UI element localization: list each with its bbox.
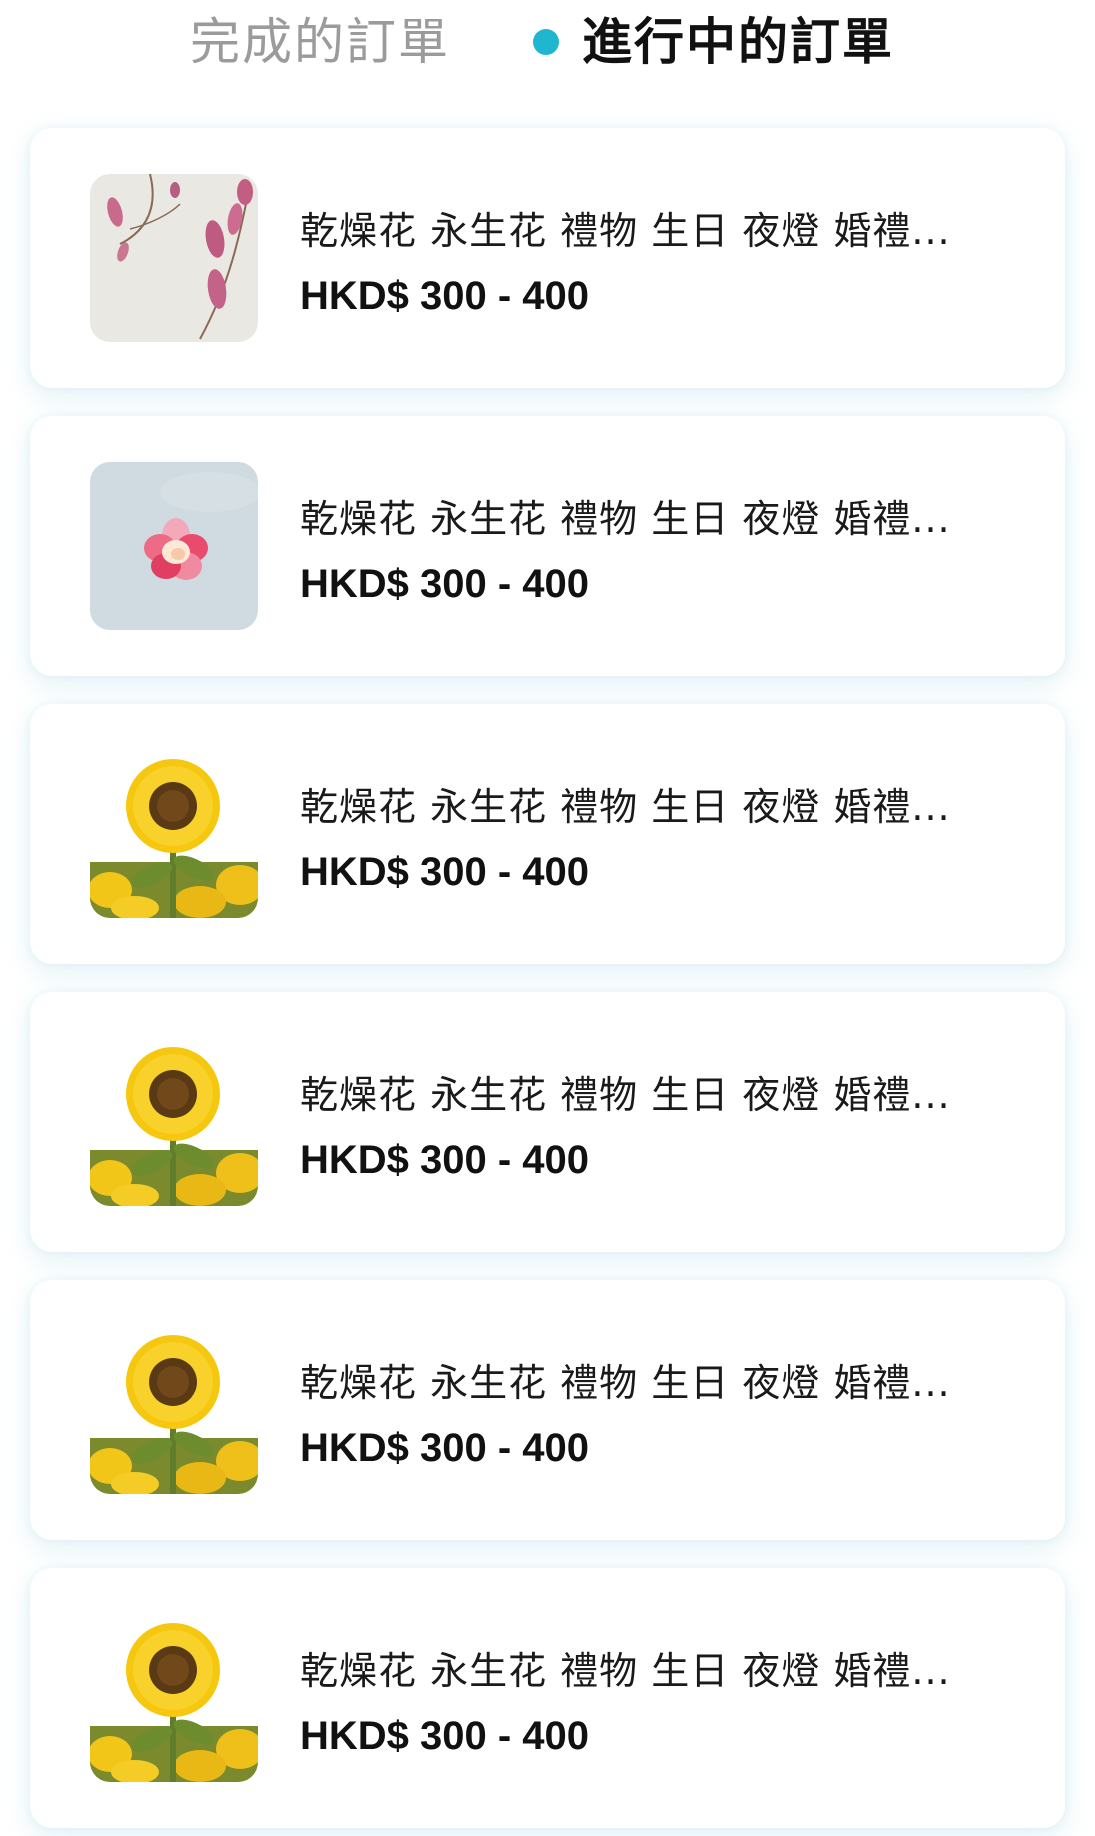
product-price: HKD$ 300 - 400 [300,850,590,894]
product-price: HKD$ 300 - 400 [300,1426,590,1470]
pink-flower-image [90,462,258,630]
sunflower-image [90,1038,258,1206]
active-tab-indicator-dot [533,29,559,55]
order-card[interactable]: 乾燥花 永生花 禮物 生日 夜燈 婚禮... HKD$ 300 - 400 [30,416,1065,676]
orders-page: 完成的訂單 進行中的訂單 乾燥花 永生花 禮物 生日 夜燈 婚禮... HKD$… [0,0,1095,1836]
product-title: 乾燥花 永生花 禮物 生日 夜燈 婚禮... [300,1073,951,1117]
product-price: HKD$ 300 - 400 [300,1714,590,1758]
product-image [90,750,258,918]
order-card[interactable]: 乾燥花 永生花 禮物 生日 夜燈 婚禮... HKD$ 300 - 400 [30,128,1065,388]
product-image [90,174,258,342]
product-price: HKD$ 300 - 400 [300,274,590,318]
tab-active-orders[interactable]: 進行中的訂單 [582,6,894,78]
product-image [90,1038,258,1206]
sunflower-image [90,1614,258,1782]
product-title: 乾燥花 永生花 禮物 生日 夜燈 婚禮... [300,1649,951,1693]
product-image [90,462,258,630]
order-tabs: 完成的訂單 進行中的訂單 [0,0,1095,90]
order-list: 乾燥花 永生花 禮物 生日 夜燈 婚禮... HKD$ 300 - 400 乾燥… [30,128,1065,1836]
product-image [90,1614,258,1782]
product-title: 乾燥花 永生花 禮物 生日 夜燈 婚禮... [300,497,951,541]
product-title: 乾燥花 永生花 禮物 生日 夜燈 婚禮... [300,209,951,253]
sunflower-image [90,1326,258,1494]
product-image [90,1326,258,1494]
order-card[interactable]: 乾燥花 永生花 禮物 生日 夜燈 婚禮... HKD$ 300 - 400 [30,992,1065,1252]
product-price: HKD$ 300 - 400 [300,1138,590,1182]
product-price: HKD$ 300 - 400 [300,562,590,606]
order-card[interactable]: 乾燥花 永生花 禮物 生日 夜燈 婚禮... HKD$ 300 - 400 [30,1568,1065,1828]
product-title: 乾燥花 永生花 禮物 生日 夜燈 婚禮... [300,785,951,829]
product-title: 乾燥花 永生花 禮物 生日 夜燈 婚禮... [300,1361,951,1405]
order-card[interactable]: 乾燥花 永生花 禮物 生日 夜燈 婚禮... HKD$ 300 - 400 [30,1280,1065,1540]
tab-completed-orders[interactable]: 完成的訂單 [190,6,450,78]
sunflower-image [90,750,258,918]
magnolia-branch-image [90,174,258,342]
order-card[interactable]: 乾燥花 永生花 禮物 生日 夜燈 婚禮... HKD$ 300 - 400 [30,704,1065,964]
